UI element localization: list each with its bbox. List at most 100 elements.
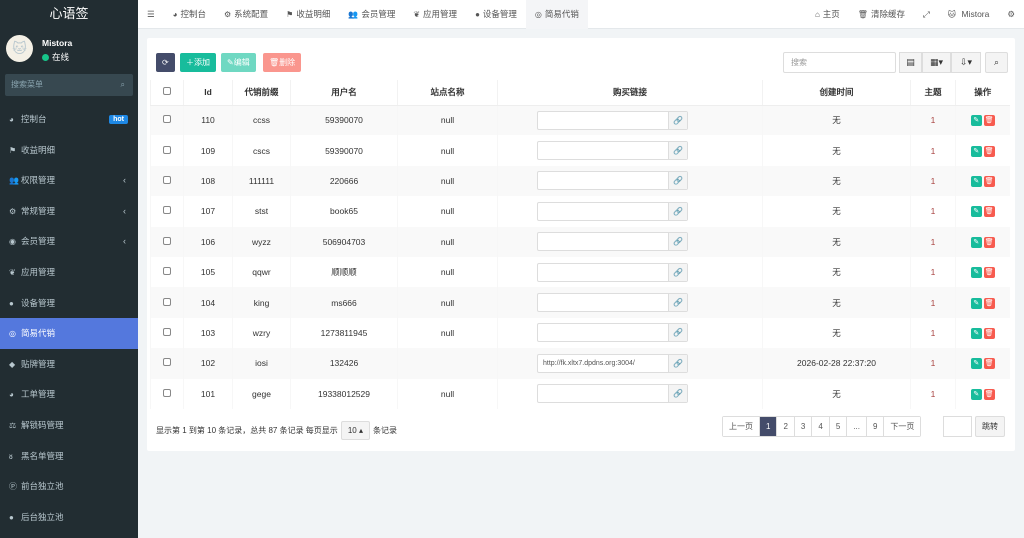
select-all-header[interactable]	[150, 80, 184, 106]
purchase-link-field[interactable]: 🔗	[537, 384, 688, 404]
next-page-button[interactable]: 下一页	[883, 417, 921, 436]
row-select[interactable]	[150, 348, 184, 379]
sidebar-item-0[interactable]: ◕ 控制台 hot	[0, 104, 138, 135]
column-header[interactable]: 购买链接	[497, 80, 763, 106]
link-icon[interactable]: 🔗	[668, 172, 687, 190]
menu-search-input[interactable]: 搜索菜单 ⌕	[5, 74, 133, 96]
row-checkbox[interactable]	[163, 267, 171, 276]
sidebar-item-13[interactable]: ● 后台独立池	[0, 502, 138, 533]
purchase-link-field[interactable]: http://fk.xltx7.dpdns.org:3004/🔗	[537, 353, 688, 373]
prev-page-button[interactable]: 上一页	[723, 417, 759, 436]
table-search-input[interactable]: 搜索	[783, 52, 896, 73]
link-icon[interactable]: 🔗	[668, 385, 687, 403]
select-all-checkbox[interactable]	[163, 87, 171, 96]
row-checkbox[interactable]	[163, 145, 171, 154]
link-value[interactable]	[538, 264, 668, 281]
page-button[interactable]: ...	[846, 417, 866, 436]
tab-4[interactable]: ❦ 应用管理	[404, 0, 466, 29]
tab-6[interactable]: ◎ 简易代销	[525, 0, 588, 29]
purchase-link-field[interactable]: 🔗	[537, 262, 688, 282]
row-select[interactable]	[150, 287, 184, 318]
delete-row-button[interactable]: 🗑	[983, 236, 995, 248]
cogs-icon[interactable]: ⚙	[998, 0, 1024, 29]
page-button[interactable]: 5	[828, 417, 847, 436]
sidebar-item-10[interactable]: ⚖ 解锁码管理	[0, 410, 138, 441]
sidebar-item-5[interactable]: ❦ 应用管理	[0, 257, 138, 288]
link-value[interactable]	[538, 112, 668, 129]
delete-row-button[interactable]: 🗑	[983, 388, 995, 400]
column-header[interactable]: 主题	[910, 80, 956, 106]
tab-0[interactable]: ◕ 控制台	[164, 0, 215, 29]
link-value[interactable]	[538, 142, 668, 159]
edit-row-button[interactable]: ✎	[970, 388, 982, 400]
sidebar-item-8[interactable]: ◆ 贴牌管理	[0, 349, 138, 380]
page-button[interactable]: 2	[776, 417, 794, 436]
column-header[interactable]: 操作	[955, 80, 1010, 106]
app-logo[interactable]: 心语签	[0, 0, 138, 30]
export-button[interactable]: ⇩▾	[951, 52, 981, 73]
edit-row-button[interactable]: ✎	[970, 175, 982, 187]
page-button[interactable]: 1	[759, 417, 777, 436]
edit-row-button[interactable]: ✎	[970, 358, 982, 370]
link-value[interactable]	[538, 294, 668, 311]
row-checkbox[interactable]	[163, 236, 171, 245]
edit-row-button[interactable]: ✎	[970, 297, 982, 309]
row-select[interactable]	[150, 226, 184, 257]
sidebar-item-4[interactable]: ◉ 会员管理 ‹	[0, 226, 138, 257]
row-select[interactable]	[150, 256, 184, 288]
row-select[interactable]	[150, 378, 184, 409]
column-header[interactable]: 代销前缀	[232, 80, 291, 106]
columns-button[interactable]: ▦▾	[922, 52, 951, 73]
link-value[interactable]	[538, 385, 668, 402]
tab-3[interactable]: 👥 会员管理	[339, 0, 404, 29]
purchase-link-field[interactable]: 🔗	[537, 141, 688, 161]
link-icon[interactable]: 🔗	[668, 202, 687, 220]
column-header[interactable]: 创建时间	[762, 80, 911, 106]
add-button[interactable]: ＋添加	[180, 53, 216, 72]
purchase-link-field[interactable]: 🔗	[537, 293, 688, 313]
link-value[interactable]	[538, 324, 668, 341]
row-select[interactable]	[150, 135, 184, 166]
column-header[interactable]: 站点名称	[397, 80, 498, 106]
clear-cache-link[interactable]: 🗑 清除缓存	[849, 0, 914, 29]
edit-button[interactable]: ✎编辑	[221, 53, 256, 72]
sidebar-item-3[interactable]: ⚙ 常规管理 ‹	[0, 196, 138, 227]
search-icon[interactable]: ⌕	[121, 74, 125, 96]
delete-row-button[interactable]: 🗑	[983, 297, 995, 309]
link-value[interactable]	[538, 203, 668, 220]
delete-row-button[interactable]: 🗑	[983, 358, 995, 370]
row-checkbox[interactable]	[163, 358, 171, 367]
row-checkbox[interactable]	[163, 175, 171, 184]
menu-toggle-icon[interactable]: ☰	[138, 0, 164, 29]
toggle-view-button[interactable]: ▤	[899, 52, 922, 73]
row-select[interactable]	[150, 105, 184, 136]
delete-row-button[interactable]: 🗑	[983, 145, 995, 157]
user-menu[interactable]: 🐱 Mistora	[939, 0, 999, 29]
row-select[interactable]	[150, 196, 184, 227]
page-size-select[interactable]: 10 ▴	[340, 421, 370, 440]
row-checkbox[interactable]	[163, 206, 171, 215]
delete-button[interactable]: 🗑删除	[263, 53, 302, 72]
edit-row-button[interactable]: ✎	[970, 327, 982, 339]
purchase-link-field[interactable]: 🔗	[537, 110, 688, 130]
delete-row-button[interactable]: 🗑	[983, 327, 995, 339]
delete-row-button[interactable]: 🗑	[983, 206, 995, 218]
refresh-button[interactable]: ⟳	[156, 53, 175, 72]
delete-row-button[interactable]: 🗑	[983, 267, 995, 279]
home-link[interactable]: ⌂ 主页	[806, 0, 849, 29]
link-icon[interactable]: 🔗	[668, 233, 687, 251]
edit-row-button[interactable]: ✎	[970, 236, 982, 248]
jump-button[interactable]: 跳转	[975, 416, 1005, 437]
sidebar-item-1[interactable]: ⚑ 收益明细	[0, 135, 138, 166]
edit-row-button[interactable]: ✎	[970, 206, 982, 218]
edit-row-button[interactable]: ✎	[970, 115, 982, 127]
row-select[interactable]	[150, 165, 184, 197]
edit-row-button[interactable]: ✎	[970, 145, 982, 157]
purchase-link-field[interactable]: 🔗	[537, 232, 688, 252]
row-checkbox[interactable]	[163, 115, 171, 124]
sidebar-item-12[interactable]: Ⓟ 前台独立池	[0, 471, 138, 502]
link-icon[interactable]: 🔗	[668, 263, 687, 281]
row-select[interactable]	[150, 317, 184, 349]
link-value[interactable]: http://fk.xltx7.dpdns.org:3004/	[538, 355, 668, 372]
column-header[interactable]: Id	[183, 80, 233, 106]
